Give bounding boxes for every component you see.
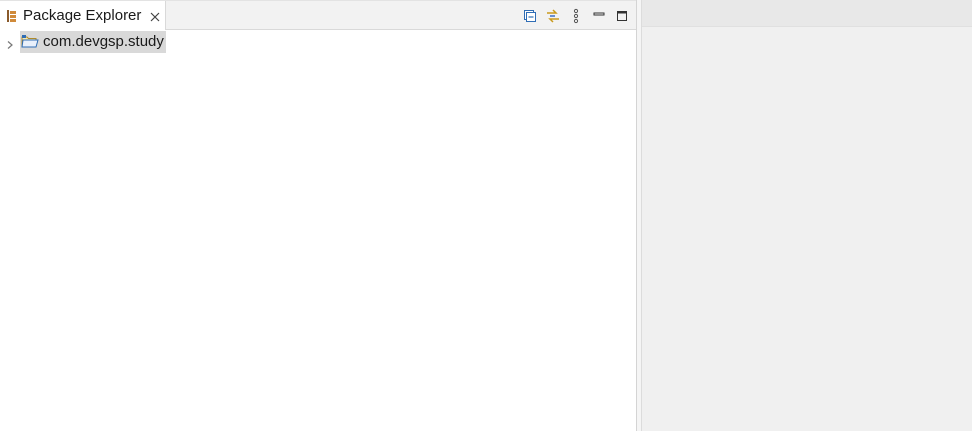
editor-area	[641, 0, 972, 431]
view-toolbar	[520, 6, 635, 26]
minimize-icon[interactable]	[589, 6, 609, 26]
maximize-icon[interactable]	[612, 6, 632, 26]
view-menu-icon[interactable]	[566, 6, 586, 26]
project-folder-icon	[21, 34, 39, 50]
tree-item-label: com.devgsp.study	[43, 33, 164, 50]
chevron-right-icon[interactable]	[5, 37, 15, 49]
tree-item-project[interactable]: com.devgsp.study	[20, 30, 166, 53]
package-explorer-view: Package Explorer com.devgsp.study	[0, 0, 637, 431]
collapse-all-icon[interactable]	[520, 6, 540, 26]
link-with-editor-icon[interactable]	[543, 6, 563, 26]
close-icon[interactable]	[149, 10, 161, 22]
tab-package-explorer[interactable]: Package Explorer	[0, 1, 166, 30]
package-explorer-icon	[6, 9, 17, 23]
tree-row[interactable]: com.devgsp.study	[0, 30, 636, 53]
editor-area-header	[642, 0, 972, 27]
view-tab-bar: Package Explorer	[0, 0, 636, 30]
package-tree: com.devgsp.study	[0, 30, 636, 53]
workbench-window: Package Explorer com.devgsp.study	[0, 0, 972, 431]
tab-label: Package Explorer	[23, 7, 142, 24]
